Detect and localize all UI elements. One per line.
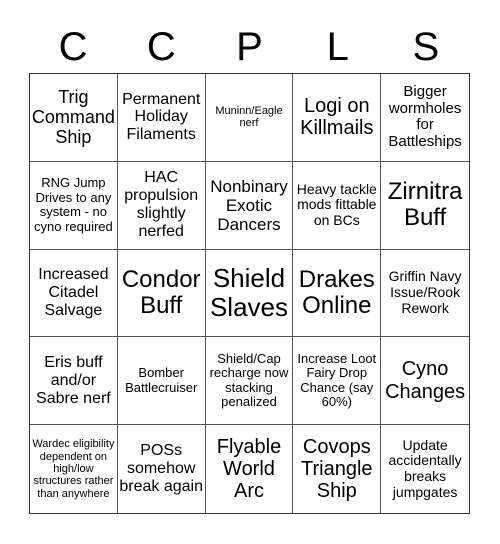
bingo-cell[interactable]: Covops Triangle Ship xyxy=(293,425,382,513)
bingo-header: C C P L S xyxy=(29,22,470,72)
header-letter-c2: C xyxy=(146,25,176,69)
bingo-cell[interactable]: Permanent Holiday Filaments xyxy=(117,74,206,162)
bingo-cell[interactable]: Bomber Battlecruiser xyxy=(117,337,206,426)
bingo-cell[interactable]: Zirnitra Buff xyxy=(381,162,469,250)
bingo-cell[interactable]: Increase Loot Fairy Drop Chance (say 60%… xyxy=(293,337,382,426)
bingo-cell[interactable]: Bigger wormholes for Battleships xyxy=(381,74,469,162)
bingo-cell[interactable]: RNG Jump Drives to any system - no cyno … xyxy=(30,161,118,250)
bingo-cell[interactable]: Muninn/Eagle nerf xyxy=(205,74,294,162)
bingo-cell[interactable]: Flyable World Arc xyxy=(206,425,294,513)
bingo-cell[interactable]: Shield Slaves xyxy=(205,249,294,338)
header-letter-s: S xyxy=(412,25,440,69)
header-letter-l: L xyxy=(326,25,349,69)
bingo-cell[interactable]: Increased Citadel Salvage xyxy=(30,249,118,338)
bingo-cell[interactable]: Eris buff and/or Sabre nerf xyxy=(30,337,118,426)
bingo-board: Trig Command Ship Permanent Holiday Fila… xyxy=(29,73,470,514)
bingo-cell[interactable]: Logi on Killmails xyxy=(293,74,382,162)
bingo-cell[interactable]: Nonbinary Exotic Dancers xyxy=(205,161,294,250)
bingo-cell[interactable]: Condor Buff xyxy=(117,249,206,338)
bingo-cell[interactable]: HAC propulsion slightly nerfed xyxy=(117,161,206,250)
header-letter-p: P xyxy=(236,25,263,69)
bingo-cell[interactable]: Shield/Cap recharge now stacking penaliz… xyxy=(205,337,294,426)
bingo-cell[interactable]: Trig Command Ship xyxy=(30,74,118,162)
bingo-cell[interactable]: Cyno Changes xyxy=(381,337,469,426)
bingo-cell[interactable]: Wardec eligibility dependent on high/low… xyxy=(30,425,118,513)
bingo-cell[interactable]: Heavy tackle mods fittable on BCs xyxy=(293,161,382,250)
header-letter-c1: C xyxy=(58,25,88,69)
bingo-cell[interactable]: Update accidentally breaks jumpgates xyxy=(381,425,469,513)
bingo-cell[interactable]: Drakes Online xyxy=(293,249,382,338)
bingo-cell[interactable]: Griffin Navy Issue/Rook Rework xyxy=(381,250,469,338)
bingo-cell[interactable]: POSs somehow break again xyxy=(118,425,206,513)
